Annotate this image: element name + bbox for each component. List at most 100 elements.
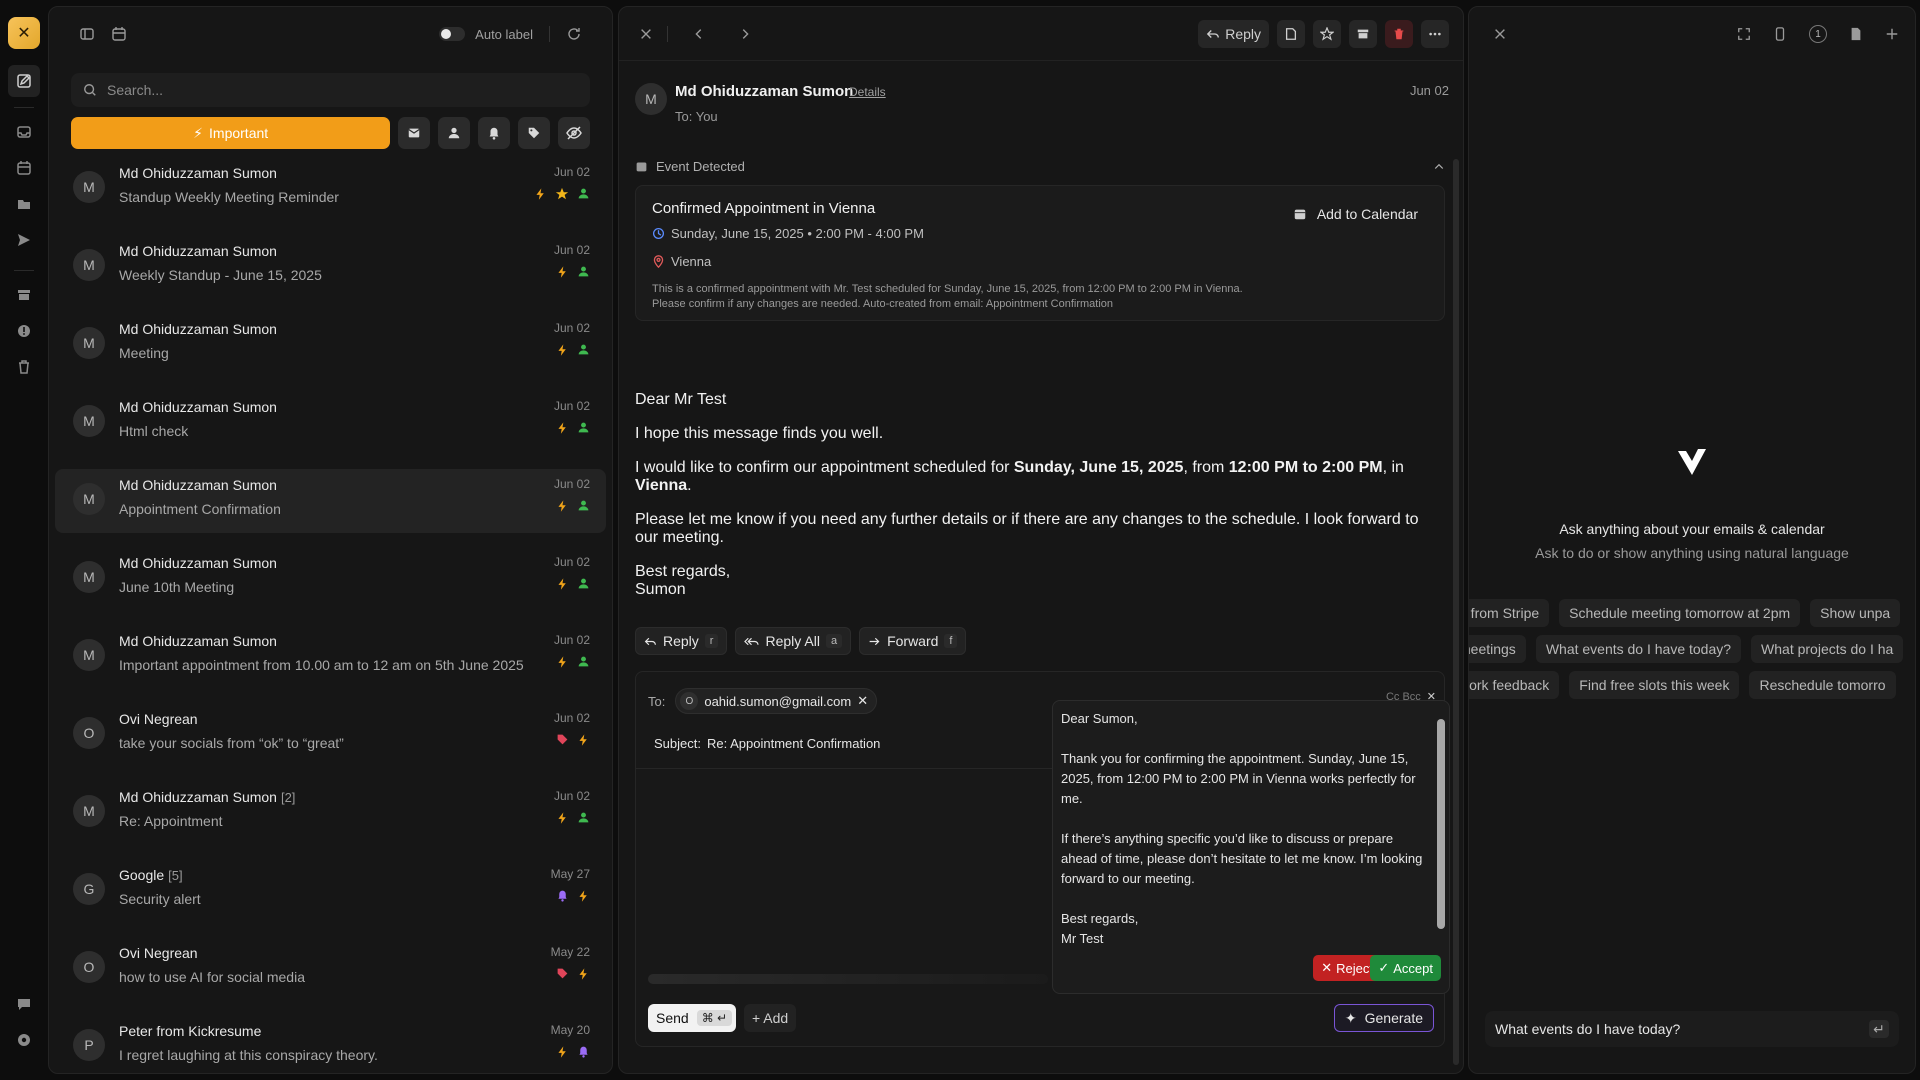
person-icon — [577, 655, 590, 669]
sidebar-toggle-icon[interactable] — [79, 26, 95, 42]
list-item[interactable]: M Md Ohiduzzaman Sumon Html check Jun 02 — [55, 391, 606, 455]
bolt-icon — [577, 967, 590, 981]
subject-input[interactable]: Re: Appointment Confirmation — [707, 736, 880, 751]
delete-button[interactable] — [1385, 19, 1413, 48]
avatar: O — [680, 692, 699, 710]
calendar-view-icon[interactable] — [111, 26, 127, 42]
eye-off-filter-icon[interactable] — [558, 117, 591, 149]
list-item[interactable]: M Md Ohiduzzaman Sumon Standup Weekly Meet… — [55, 157, 606, 221]
sender-name[interactable]: Md Ohiduzzaman Sumon — [675, 83, 853, 100]
suggestion-pill[interactable]: Show unpa — [1810, 599, 1901, 627]
mail-scrollbar[interactable] — [1453, 159, 1459, 1065]
subject-row[interactable]: Subject: Re: Appointment Confirmation — [648, 736, 880, 751]
feedback-icon[interactable] — [8, 988, 40, 1020]
fullscreen-icon[interactable] — [1737, 27, 1751, 41]
document-icon[interactable] — [1849, 27, 1863, 41]
search-icon — [83, 83, 97, 97]
folder-icon[interactable] — [8, 188, 40, 220]
list-item-subject: how to use AI for social media — [119, 969, 305, 985]
phone-icon[interactable] — [1773, 27, 1787, 41]
plus-icon[interactable] — [1885, 27, 1899, 41]
list-item-date: May 20 — [550, 1023, 590, 1037]
suggestion-text: Dear Sumon, Thank you for confirming the… — [1061, 711, 1423, 946]
more-options-button[interactable] — [1421, 19, 1449, 48]
suggestion-pill[interactable]: What events do I have today? — [1535, 635, 1742, 663]
refresh-icon[interactable] — [566, 26, 582, 42]
sparkle-icon: ✦ — [1344, 1009, 1357, 1026]
person-filter-icon[interactable] — [438, 117, 471, 149]
bell-filter-icon[interactable] — [478, 117, 511, 149]
avatar: M — [73, 639, 105, 671]
suggestion-pill[interactable]: Schedule meeting tomorrow at 2pm — [1559, 599, 1801, 627]
archive-icon[interactable] — [8, 279, 40, 311]
chevron-left-icon[interactable] — [692, 27, 706, 41]
list-item[interactable]: M Md Ohiduzzaman Sumon Appointment Confirm… — [55, 469, 606, 533]
forward-action-button[interactable]: Forward f — [859, 627, 967, 655]
suggestion-pill[interactable]: e from Stripe — [1469, 599, 1550, 627]
event-location: Vienna — [652, 254, 711, 269]
list-item[interactable]: O Ovi Negrean how to use AI for social med… — [55, 937, 606, 1001]
suggestion-pill[interactable]: Reschedule tomorro — [1749, 671, 1896, 699]
send-button[interactable]: Send ⌘ ↵ — [648, 1004, 737, 1032]
suggestion-scrollbar[interactable] — [1437, 719, 1445, 929]
close-icon[interactable] — [1493, 27, 1507, 41]
note-button[interactable] — [1277, 19, 1305, 48]
person-icon — [577, 811, 590, 825]
list-item[interactable]: O Ovi Negrean take your socials from “ok” … — [55, 703, 606, 767]
list-item[interactable]: M Md Ohiduzzaman Sumon [2] Re: Appointment J… — [55, 781, 606, 845]
ai-chat-input[interactable]: What events do I have today? ↵ — [1485, 1011, 1899, 1047]
auto-label-toggle[interactable]: Auto label — [439, 27, 533, 42]
search-input[interactable]: Search... — [71, 73, 590, 107]
send-icon[interactable] — [8, 224, 40, 256]
reply-action-button[interactable]: Reply r — [635, 627, 728, 655]
generate-label: Generate — [1364, 1010, 1423, 1026]
avatar: M — [73, 249, 105, 281]
info-badge-icon[interactable]: 1 — [1809, 25, 1827, 43]
list-item[interactable]: P Peter from Kickresume I regret laughing … — [55, 1015, 606, 1073]
add-to-calendar-button[interactable]: Add to Calendar — [1293, 206, 1418, 222]
trash-icon[interactable] — [8, 351, 40, 383]
compose-icon[interactable] — [8, 65, 40, 97]
suggestion-pill[interactable]: meetings — [1469, 635, 1526, 663]
reply-all-action-button[interactable]: Reply All a — [735, 627, 852, 655]
list-item[interactable]: M Md Ohiduzzaman Sumon Weekly Standup - Ju… — [55, 235, 606, 299]
inbox-icon[interactable] — [8, 116, 40, 148]
accept-button[interactable]: ✓ Accept — [1370, 955, 1441, 981]
shortcut-key: a — [825, 634, 843, 648]
suggestion-pill[interactable]: work feedback — [1469, 671, 1560, 699]
chevron-right-icon[interactable] — [738, 27, 752, 41]
list-item[interactable]: M Md Ohiduzzaman Sumon Meeting Jun 02 — [55, 313, 606, 377]
chevron-up-icon[interactable] — [1433, 161, 1445, 173]
important-filter-button[interactable]: ⚡ Important — [71, 117, 391, 149]
app-logo-icon[interactable]: ✕ — [8, 17, 40, 49]
suggestion-pill[interactable]: Find free slots this week — [1569, 671, 1740, 699]
list-item[interactable]: M Md Ohiduzzaman Sumon Important appointme… — [55, 625, 606, 689]
recipient-chip[interactable]: O oahid.sumon@gmail.com ✕ — [675, 688, 878, 714]
forward-icon — [868, 635, 881, 648]
ai-suggestion-popup: Dear Sumon, Thank you for confirming the… — [1052, 700, 1450, 994]
list-item-subject: Weekly Standup - June 15, 2025 — [119, 267, 322, 283]
spam-icon[interactable] — [8, 315, 40, 347]
list-item-date: May 27 — [550, 867, 590, 881]
ai-subheading: Ask to do or show anything using natural… — [1535, 545, 1849, 561]
generate-button[interactable]: ✦ Generate — [1333, 1004, 1434, 1032]
list-item[interactable]: G Google [5] Security alert May 27 — [55, 859, 606, 923]
to-label: To: — [648, 693, 666, 709]
mail-date: Jun 02 — [1409, 83, 1449, 98]
enter-icon[interactable]: ↵ — [1869, 1020, 1889, 1038]
settings-icon[interactable] — [8, 1024, 40, 1056]
star-button[interactable] — [1313, 19, 1341, 48]
suggestion-pill[interactable]: What projects do I ha — [1751, 635, 1904, 663]
calendar-icon[interactable] — [8, 152, 40, 184]
add-button[interactable]: + Add — [744, 1004, 797, 1032]
remove-recipient-icon[interactable]: ✕ — [857, 693, 868, 709]
tag-filter-icon[interactable] — [518, 117, 551, 149]
mail-filter-icon[interactable] — [398, 117, 431, 149]
archive-button[interactable] — [1349, 19, 1377, 48]
event-detected-header[interactable]: Event Detected — [635, 159, 1445, 174]
close-icon[interactable] — [639, 27, 653, 41]
toggle-switch[interactable] — [439, 27, 466, 41]
reply-button[interactable]: Reply — [1198, 19, 1269, 48]
list-item[interactable]: M Md Ohiduzzaman Sumon June 10th Meeting Ju… — [55, 547, 606, 611]
details-link[interactable]: Details — [849, 85, 886, 99]
